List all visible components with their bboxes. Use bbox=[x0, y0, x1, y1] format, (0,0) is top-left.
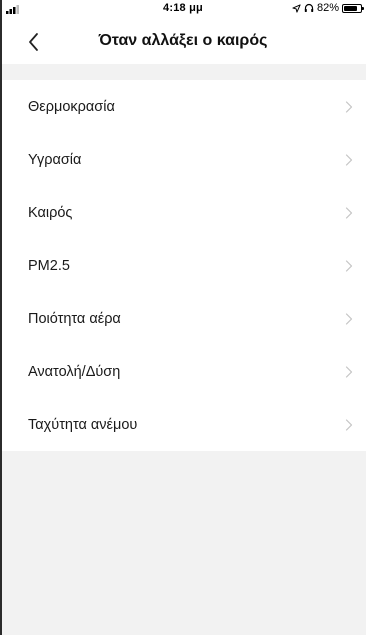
list-item-label: Υγρασία bbox=[28, 151, 82, 168]
list-item-temperature[interactable]: Θερμοκρασία bbox=[2, 80, 366, 133]
status-right: 82% bbox=[292, 2, 364, 14]
battery-icon bbox=[342, 3, 364, 13]
status-bar: 4:18 μμ 82% bbox=[0, 0, 366, 18]
list-item-label: Ανατολή/Δύση bbox=[28, 363, 121, 380]
chevron-right-icon bbox=[345, 365, 353, 378]
nav-bar: Όταν αλλάξει ο καιρός bbox=[0, 18, 366, 64]
list-item-air-quality[interactable]: Ποιότητα αέρα bbox=[2, 292, 366, 345]
chevron-right-icon bbox=[345, 418, 353, 431]
chevron-right-icon bbox=[345, 100, 353, 113]
list-item-label: Ταχύτητα ανέμου bbox=[28, 416, 138, 433]
battery-percent: 82% bbox=[316, 2, 339, 14]
chevron-right-icon bbox=[345, 259, 353, 272]
battery-tip bbox=[362, 6, 364, 10]
list-item-weather[interactable]: Καιρός bbox=[2, 186, 366, 239]
list-item-label: PM2.5 bbox=[28, 257, 70, 274]
screen-edge bbox=[0, 0, 2, 635]
list-item-humidity[interactable]: Υγρασία bbox=[2, 133, 366, 186]
chevron-right-icon bbox=[345, 312, 353, 325]
headphones-icon bbox=[304, 3, 314, 12]
list-item-label: Θερμοκρασία bbox=[28, 98, 115, 115]
condition-list: Θερμοκρασία Υγρασία Καιρός PM2.5 Ποιότητ… bbox=[2, 80, 366, 451]
location-icon bbox=[292, 3, 301, 13]
list-item-pm25[interactable]: PM2.5 bbox=[2, 239, 366, 292]
page-title: Όταν αλλάξει ο καιρός bbox=[98, 32, 268, 49]
list-item-wind-speed[interactable]: Ταχύτητα ανέμου bbox=[2, 398, 366, 451]
chevron-right-icon bbox=[345, 153, 353, 166]
battery-fill bbox=[344, 5, 357, 11]
list-item-label: Ποιότητα αέρα bbox=[28, 310, 121, 327]
list-item-sunrise-sunset[interactable]: Ανατολή/Δύση bbox=[2, 345, 366, 398]
chevron-right-icon bbox=[345, 206, 353, 219]
screen: 4:18 μμ 82% Όταν αλλάξει ο καιρός Θερμοκ… bbox=[0, 0, 366, 635]
list-item-label: Καιρός bbox=[28, 204, 73, 221]
